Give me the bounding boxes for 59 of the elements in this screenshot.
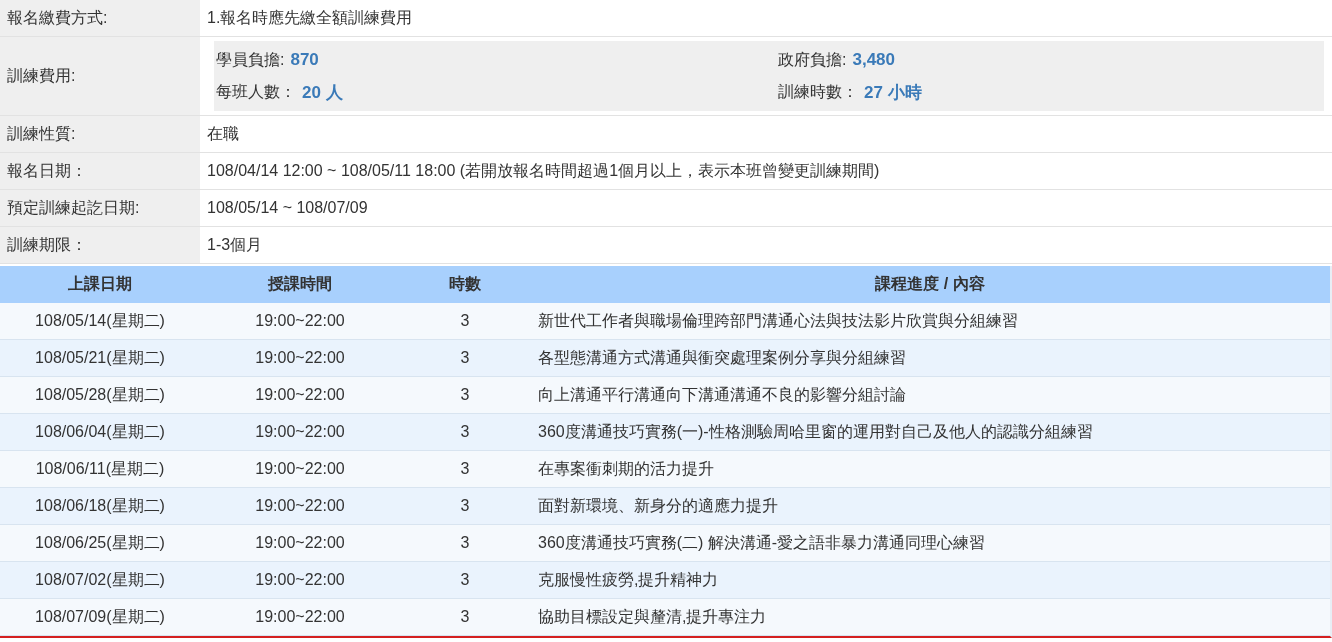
table-cell-text: 108/06/04(星期二)	[34, 421, 166, 442]
fee-label: 政府負擔:	[778, 49, 847, 70]
table-cell-text: 向上溝通平行溝通向下溝通溝通不良的影響分組討論	[537, 384, 907, 405]
fee-value: 27 小時	[864, 81, 922, 104]
table-cell-text: 新世代工作者與職場倫理跨部門溝通心法與技法影片欣賞與分組練習	[537, 310, 1019, 331]
column-header: 時數	[448, 274, 482, 294]
table-cell-text: 19:00~22:00	[254, 496, 346, 516]
fee-label: 學員負擔:	[216, 49, 285, 70]
table-cell-text: 19:00~22:00	[254, 533, 346, 553]
table-cell-text: 108/06/25(星期二)	[34, 532, 166, 553]
table-cell-text: 19:00~22:00	[254, 570, 346, 590]
table-cell-text: 108/05/21(星期二)	[34, 347, 166, 368]
fee-label: 每班人數：	[216, 81, 296, 102]
column-header: 上課日期	[67, 274, 133, 294]
field-value: 在職	[206, 123, 240, 144]
table-cell-text: 360度溝通技巧實務(二) 解決溝通-愛之語非暴力溝通同理心練習	[537, 532, 987, 553]
table-cell-text: 在專案衝刺期的活力提升	[537, 458, 715, 479]
table-cell-text: 協助目標設定與釐清,提升專注力	[537, 606, 768, 627]
table-cell-text: 3	[459, 385, 471, 405]
table-cell-text: 3	[459, 533, 471, 553]
field-label: 訓練費用:	[0, 37, 200, 115]
field-value: 1-3個月	[206, 234, 264, 255]
table-cell-text: 108/06/18(星期二)	[34, 495, 166, 516]
table-cell-text: 19:00~22:00	[254, 348, 346, 368]
fee-value: 870	[290, 50, 319, 70]
field-label: 訓練期限：	[0, 227, 200, 263]
field-value: 108/05/14 ~ 108/07/09	[206, 198, 369, 218]
table-cell-text: 面對新環境、新身分的適應力提升	[537, 495, 779, 516]
table-cell-text: 108/05/28(星期二)	[34, 384, 166, 405]
fee-value: 20 人	[302, 81, 343, 104]
table-cell-text: 克服慢性疲勞,提升精神力	[537, 569, 720, 590]
table-cell-text: 3	[459, 348, 471, 368]
field-label: 報名繳費方式:	[0, 0, 200, 36]
fee-value: 3,480	[852, 50, 895, 70]
table-cell-text: 3	[459, 422, 471, 442]
table-cell-text: 108/07/02(星期二)	[34, 569, 166, 590]
field-value: 1.報名時應先繳全額訓練費用	[206, 7, 414, 28]
field-label: 訓練性質:	[0, 116, 200, 152]
table-cell-text: 19:00~22:00	[254, 385, 346, 405]
fee-label: 訓練時數：	[778, 81, 858, 102]
table-cell-text: 19:00~22:00	[254, 422, 346, 442]
field-label: 預定訓練起訖日期:	[0, 190, 200, 226]
table-cell-text: 3	[459, 459, 471, 479]
table-cell-text: 3	[459, 607, 471, 627]
table-cell-text: 3	[459, 496, 471, 516]
table-cell-text: 3	[459, 570, 471, 590]
field-value: 108/04/14 12:00 ~ 108/05/11 18:00 (若開放報名時間超過1個月以上，表示本班曾變更訓練期間)	[206, 160, 881, 181]
column-header: 課程進度 / 內容	[874, 274, 986, 294]
column-header: 授課時間	[267, 274, 333, 294]
field-label: 報名日期：	[0, 153, 200, 189]
table-cell-text: 19:00~22:00	[254, 607, 346, 627]
table-cell-text: 3	[459, 311, 471, 331]
table-cell-text: 108/07/09(星期二)	[34, 606, 166, 627]
table-cell-text: 108/05/14(星期二)	[34, 310, 166, 331]
table-cell-text: 各型態溝通方式溝通與衝突處理案例分享與分組練習	[537, 347, 907, 368]
table-cell-text: 19:00~22:00	[254, 459, 346, 479]
table-cell-text: 108/06/11(星期二)	[34, 458, 166, 479]
table-cell-text: 19:00~22:00	[254, 311, 346, 331]
table-cell-text: 360度溝通技巧實務(一)-性格測驗周哈里窗的運用對自己及他人的認識分組練習	[537, 421, 1094, 442]
